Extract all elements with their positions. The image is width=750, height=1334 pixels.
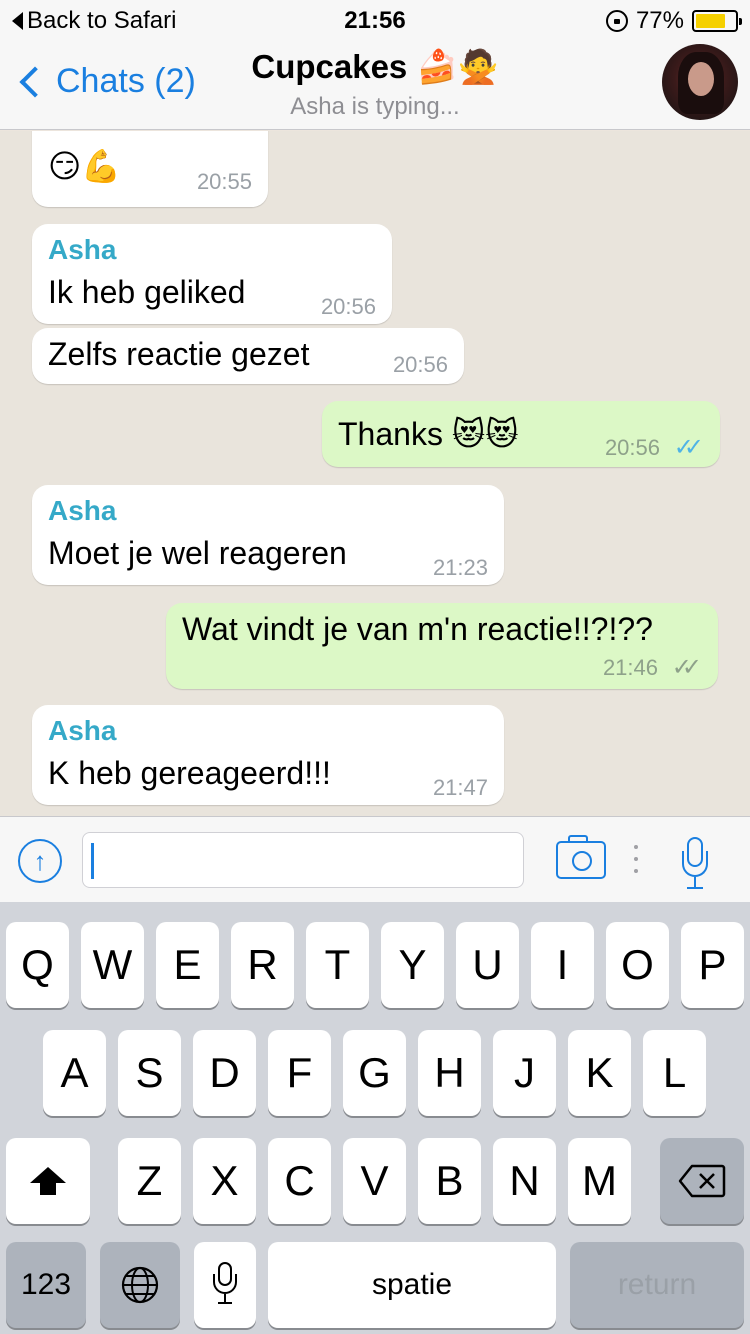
key-e[interactable]: E (156, 922, 219, 1008)
camera-icon[interactable] (556, 835, 606, 879)
key-l[interactable]: L (643, 1030, 706, 1116)
message-bubble[interactable]: Thanks 😻😻 20:56 ✓✓ (322, 401, 720, 467)
text-caret (91, 843, 94, 879)
share-button[interactable]: ↑ (18, 839, 62, 883)
message-text: 😏💪 (48, 148, 122, 184)
message-bubble[interactable]: 😏💪 20:55 (32, 131, 268, 207)
key-k[interactable]: K (568, 1030, 631, 1116)
message-time: 20:56 (392, 352, 448, 377)
key-i[interactable]: I (531, 922, 594, 1008)
read-receipt-icon: ✓✓ (673, 434, 704, 461)
keyboard: Q W E R T Y U I O P A S D F G H J K L Z … (0, 902, 750, 1334)
numbers-key[interactable]: 123 (6, 1242, 86, 1328)
battery-icon (692, 10, 742, 32)
message-input[interactable] (82, 832, 524, 888)
message-list[interactable]: 😏💪 20:55 Asha Ik heb geliked 20:56 Zelfs… (0, 131, 750, 816)
key-w[interactable]: W (81, 922, 144, 1008)
message-text: Moet je wel reageren (48, 535, 347, 571)
rotation-lock-icon (605, 10, 628, 32)
key-a[interactable]: A (43, 1030, 106, 1116)
chat-header: Chats (2) Cupcakes 🍰🙅 Asha is typing... (0, 40, 750, 130)
message-bubble[interactable]: Asha Moet je wel reageren 21:23 (32, 485, 504, 585)
key-n[interactable]: N (493, 1138, 556, 1224)
key-o[interactable]: O (606, 922, 669, 1008)
key-g[interactable]: G (343, 1030, 406, 1116)
globe-key[interactable] (100, 1242, 180, 1328)
shift-key[interactable] (6, 1138, 90, 1224)
shift-icon (30, 1167, 66, 1195)
upload-icon: ↑ (33, 845, 47, 876)
message-time: 21:46 (602, 655, 658, 680)
message-time: 20:55 (196, 169, 252, 194)
key-y[interactable]: Y (381, 922, 444, 1008)
dictation-icon (213, 1262, 237, 1308)
key-v[interactable]: V (343, 1138, 406, 1224)
key-h[interactable]: H (418, 1030, 481, 1116)
key-x[interactable]: X (193, 1138, 256, 1224)
microphone-icon[interactable] (682, 837, 708, 897)
message-time: 21:47 (432, 775, 488, 800)
message-time: 21:23 (432, 555, 488, 580)
message-sender: Asha (48, 234, 117, 265)
key-s[interactable]: S (118, 1030, 181, 1116)
message-text: Wat vindt je van m'n reactie!!?!?? (182, 611, 653, 647)
typing-indicator: Asha is typing... (290, 93, 460, 120)
key-z[interactable]: Z (118, 1138, 181, 1224)
battery-percent: 77% (635, 7, 684, 34)
key-q[interactable]: Q (6, 922, 69, 1008)
message-sender: Asha (48, 495, 117, 526)
message-time: 20:56 (604, 435, 660, 460)
dictation-key[interactable] (194, 1242, 256, 1328)
message-text: Ik heb geliked (48, 274, 246, 310)
message-sender: Asha (48, 715, 117, 746)
backspace-icon (678, 1164, 726, 1198)
key-j[interactable]: J (493, 1030, 556, 1116)
status-right: 77% (605, 7, 742, 35)
key-m[interactable]: M (568, 1138, 631, 1224)
status-bar: Back to Safari 21:56 77% (0, 0, 750, 40)
compose-bar: ↑ (0, 816, 750, 902)
message-bubble[interactable]: Asha Ik heb geliked 20:56 (32, 224, 392, 324)
key-t[interactable]: T (306, 922, 369, 1008)
delivered-receipt-icon: ✓✓ (671, 654, 702, 681)
globe-icon (121, 1266, 159, 1304)
chat-title[interactable]: Cupcakes 🍰🙅 (0, 48, 750, 87)
space-key[interactable]: spatie (268, 1242, 556, 1328)
message-bubble[interactable]: Asha K heb gereageerd!!! 21:47 (32, 705, 504, 805)
message-bubble[interactable]: Wat vindt je van m'n reactie!!?!?? 21:46… (166, 603, 718, 689)
key-c[interactable]: C (268, 1138, 331, 1224)
message-text: Thanks 😻😻 (338, 416, 519, 452)
key-p[interactable]: P (681, 922, 744, 1008)
message-bubble[interactable]: Zelfs reactie gezet 20:56 (32, 328, 464, 384)
key-u[interactable]: U (456, 922, 519, 1008)
message-text: K heb gereageerd!!! (48, 755, 331, 791)
avatar[interactable] (662, 44, 738, 120)
message-text: Zelfs reactie gezet (48, 336, 310, 372)
backspace-key[interactable] (660, 1138, 744, 1224)
key-b[interactable]: B (418, 1138, 481, 1224)
key-f[interactable]: F (268, 1030, 331, 1116)
key-d[interactable]: D (193, 1030, 256, 1116)
key-r[interactable]: R (231, 922, 294, 1008)
message-time: 20:56 (320, 294, 376, 319)
return-key[interactable]: return (570, 1242, 744, 1328)
more-dots-icon (634, 845, 638, 873)
